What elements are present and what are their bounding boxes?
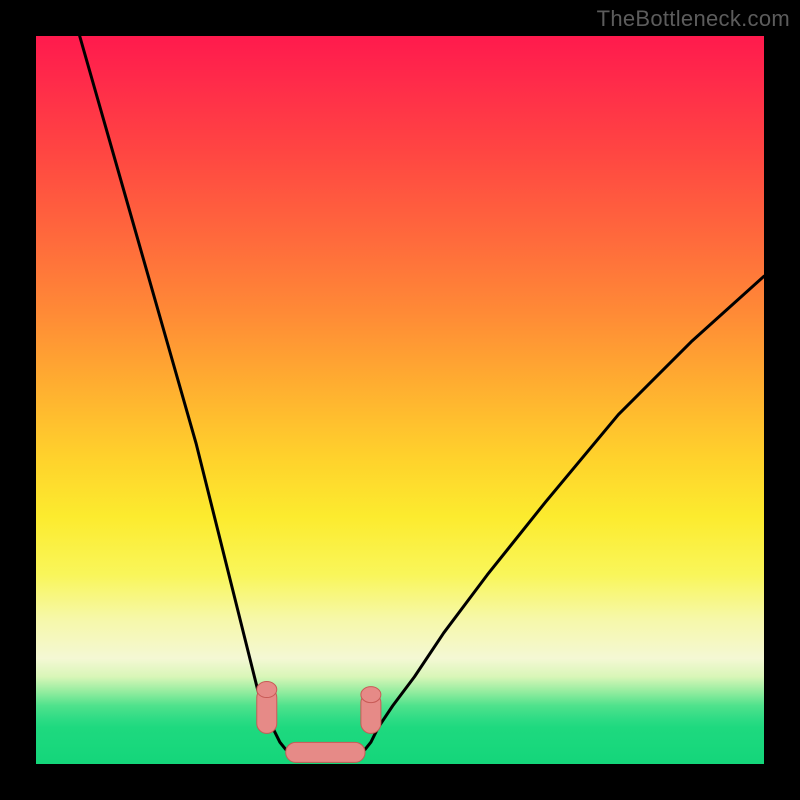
marker-vstub-cap-0 (257, 682, 277, 698)
plot-area (36, 36, 764, 764)
bottleneck-curve (80, 36, 764, 757)
marker-vstub-cap-1 (361, 687, 381, 703)
curve-layer (36, 36, 764, 764)
watermark-text: TheBottleneck.com (597, 6, 790, 32)
chart-frame: TheBottleneck.com (0, 0, 800, 800)
marker-valley-band (286, 742, 365, 762)
